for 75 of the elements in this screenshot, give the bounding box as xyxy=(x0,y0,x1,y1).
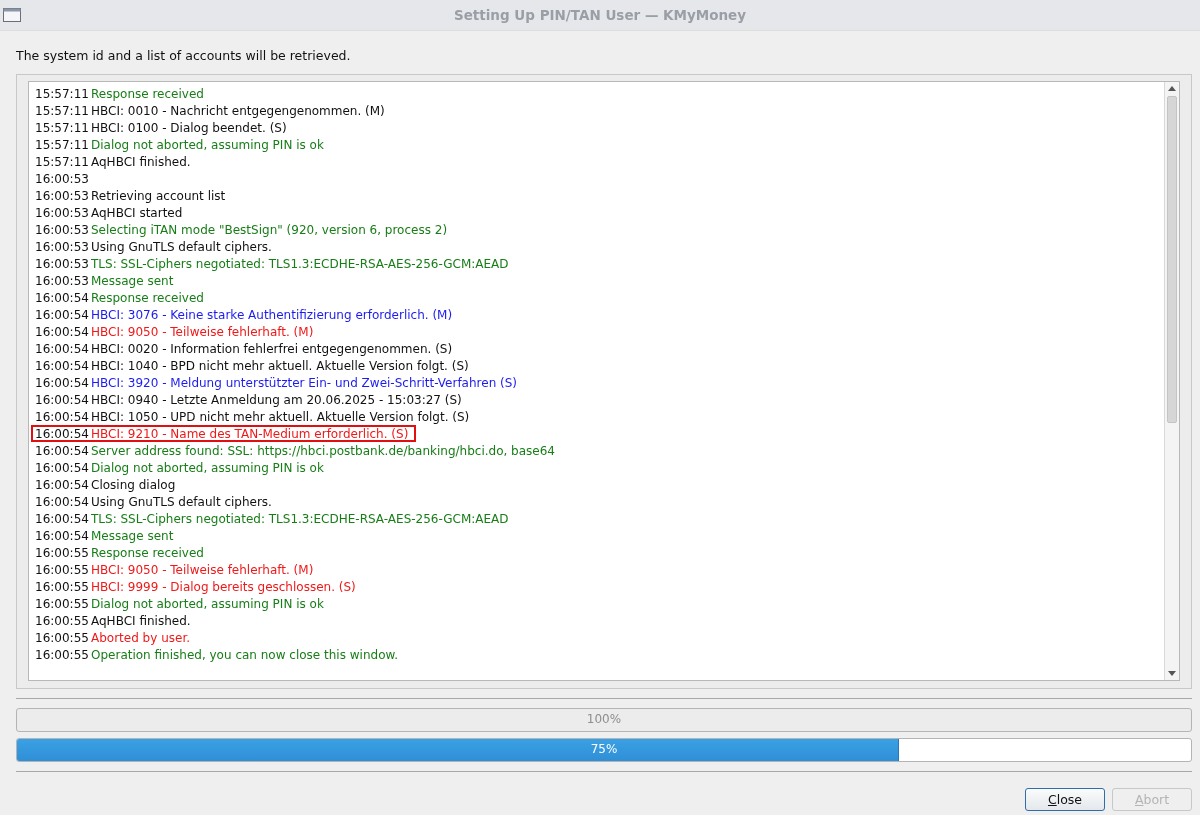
window-icon[interactable] xyxy=(3,8,21,22)
log-time: 16:00:54 xyxy=(35,511,90,526)
log-message: Message sent xyxy=(91,528,174,543)
log-time: 16:00:53 xyxy=(35,256,90,271)
log-time: 16:00:55 xyxy=(35,562,90,577)
log-message: Dialog not aborted, assuming PIN is ok xyxy=(91,460,324,475)
progress-reading: 100% xyxy=(586,712,622,726)
window-title: Setting Up PIN/TAN User — KMyMoney xyxy=(453,7,747,23)
scrollbar[interactable] xyxy=(1164,82,1179,680)
log-message: AqHBCI finished. xyxy=(91,154,191,169)
log-time: 16:00:54 xyxy=(35,426,90,441)
log-time: 16:00:54 xyxy=(35,409,90,424)
log-message: Message sent xyxy=(91,273,174,288)
log-message: HBCI: 9999 - Dialog bereits geschlossen. (S) xyxy=(91,579,356,594)
log-message: Selecting iTAN mode "BestSign" (920, version 6, process 2) xyxy=(91,222,448,237)
log-time: 16:00:53 xyxy=(35,188,90,203)
log-time: 15:57:11 xyxy=(35,154,90,169)
scrollbar-thumb[interactable] xyxy=(1167,96,1177,423)
log-time: 16:00:54 xyxy=(35,375,90,390)
log-time: 16:00:55 xyxy=(35,596,90,611)
dialog-button[interactable]: Close xyxy=(1025,788,1105,811)
log-time: 16:00:54 xyxy=(35,443,90,458)
log-time: 16:00:54 xyxy=(35,392,90,407)
log-message: TLS: SSL-Ciphers negotiated: TLS1.3:ECDHE-RSA-AES-256-GCM:AEAD xyxy=(91,256,509,271)
log-message: Aborted by user. xyxy=(91,630,191,645)
log-time: 16:00:54 xyxy=(35,307,90,322)
log-message: HBCI: 1040 - BPD nicht mehr aktuell. Aktuelle Version folgt. (S) xyxy=(91,358,469,373)
log-time: 16:00:53 xyxy=(35,239,90,254)
log-message: Operation finished, you can now close this window. xyxy=(91,647,398,662)
log-message: HBCI: 9210 - Name des TAN-Medium erforderlich. (S) xyxy=(91,426,409,441)
log-message: HBCI: 1050 - UPD nicht mehr aktuell. Aktuelle Version folgt. (S) xyxy=(91,409,470,424)
log-time: 16:00:53 xyxy=(35,222,90,237)
log-message: AqHBCI finished. xyxy=(91,613,191,628)
log-message: Response received xyxy=(91,86,204,101)
log-message: AqHBCI started xyxy=(91,205,183,220)
log-time: 16:00:55 xyxy=(35,545,90,560)
log-time: 16:00:54 xyxy=(35,358,90,373)
log-message: HBCI: 3920 - Meldung unterstützter Ein- und Zwei-Schritt-Verfahren (S) xyxy=(91,375,518,390)
log-time: 16:00:55 xyxy=(35,630,90,645)
log-message: Retrieving account list xyxy=(91,188,226,203)
log-time: 16:00:54 xyxy=(35,324,90,339)
log-time: 16:00:54 xyxy=(35,477,90,492)
log-time: 16:00:53 xyxy=(35,273,90,288)
log-message: HBCI: 9050 - Teilweise fehlerhaft. (M) xyxy=(91,562,314,577)
log-time: 16:00:54 xyxy=(35,460,90,475)
log-time: 15:57:11 xyxy=(35,120,90,135)
log-time: 16:00:53 xyxy=(35,171,90,186)
log-message: Response received xyxy=(91,290,204,305)
log-time: 16:00:53 xyxy=(35,205,90,220)
intro-text: The system id and a list of accounts will be retrieved. xyxy=(16,48,352,63)
log-message: Using GnuTLS default ciphers. xyxy=(91,494,272,509)
log-time: 15:57:11 xyxy=(35,86,90,101)
log-time: 16:00:54 xyxy=(35,494,90,509)
log-time: 16:00:54 xyxy=(35,528,90,543)
progress-reading: 75% xyxy=(590,742,618,756)
log-time: 15:57:11 xyxy=(35,137,90,152)
log-message: Response received xyxy=(91,545,204,560)
log-time: 15:57:11 xyxy=(35,103,90,118)
log-message: Server address found: SSL: https://hbci.postbank.de/banking/hbci.do, base64 xyxy=(91,443,555,458)
log-message: Using GnuTLS default ciphers. xyxy=(91,239,272,254)
log-message: HBCI: 0010 - Nachricht entgegengenommen. (M) xyxy=(91,103,385,118)
log-time: 16:00:54 xyxy=(35,290,90,305)
log-message: HBCI: 0100 - Dialog beendet. (S) xyxy=(91,120,287,135)
log-message: Dialog not aborted, assuming PIN is ok xyxy=(91,137,324,152)
log-message: HBCI: 0940 - Letzte Anmeldung am 20.06.2025 - 15:03:27 (S) xyxy=(91,392,462,407)
log-message: HBCI: 0020 - Information fehlerfrei entgegengenommen. (S) xyxy=(91,341,453,356)
log-message: HBCI: 3076 - Keine starke Authentifizierung erforderlich. (M) xyxy=(91,307,453,322)
log-message: Dialog not aborted, assuming PIN is ok xyxy=(91,596,324,611)
log-message: TLS: SSL-Ciphers negotiated: TLS1.3:ECDHE-RSA-AES-256-GCM:AEAD xyxy=(91,511,509,526)
log-message: Closing dialog xyxy=(91,477,176,492)
log-time: 16:00:55 xyxy=(35,647,90,662)
log-time: 16:00:54 xyxy=(35,341,90,356)
log-time: 16:00:55 xyxy=(35,613,90,628)
log-message: HBCI: 9050 - Teilweise fehlerhaft. (M) xyxy=(91,324,314,339)
log-time: 16:00:55 xyxy=(35,579,90,594)
